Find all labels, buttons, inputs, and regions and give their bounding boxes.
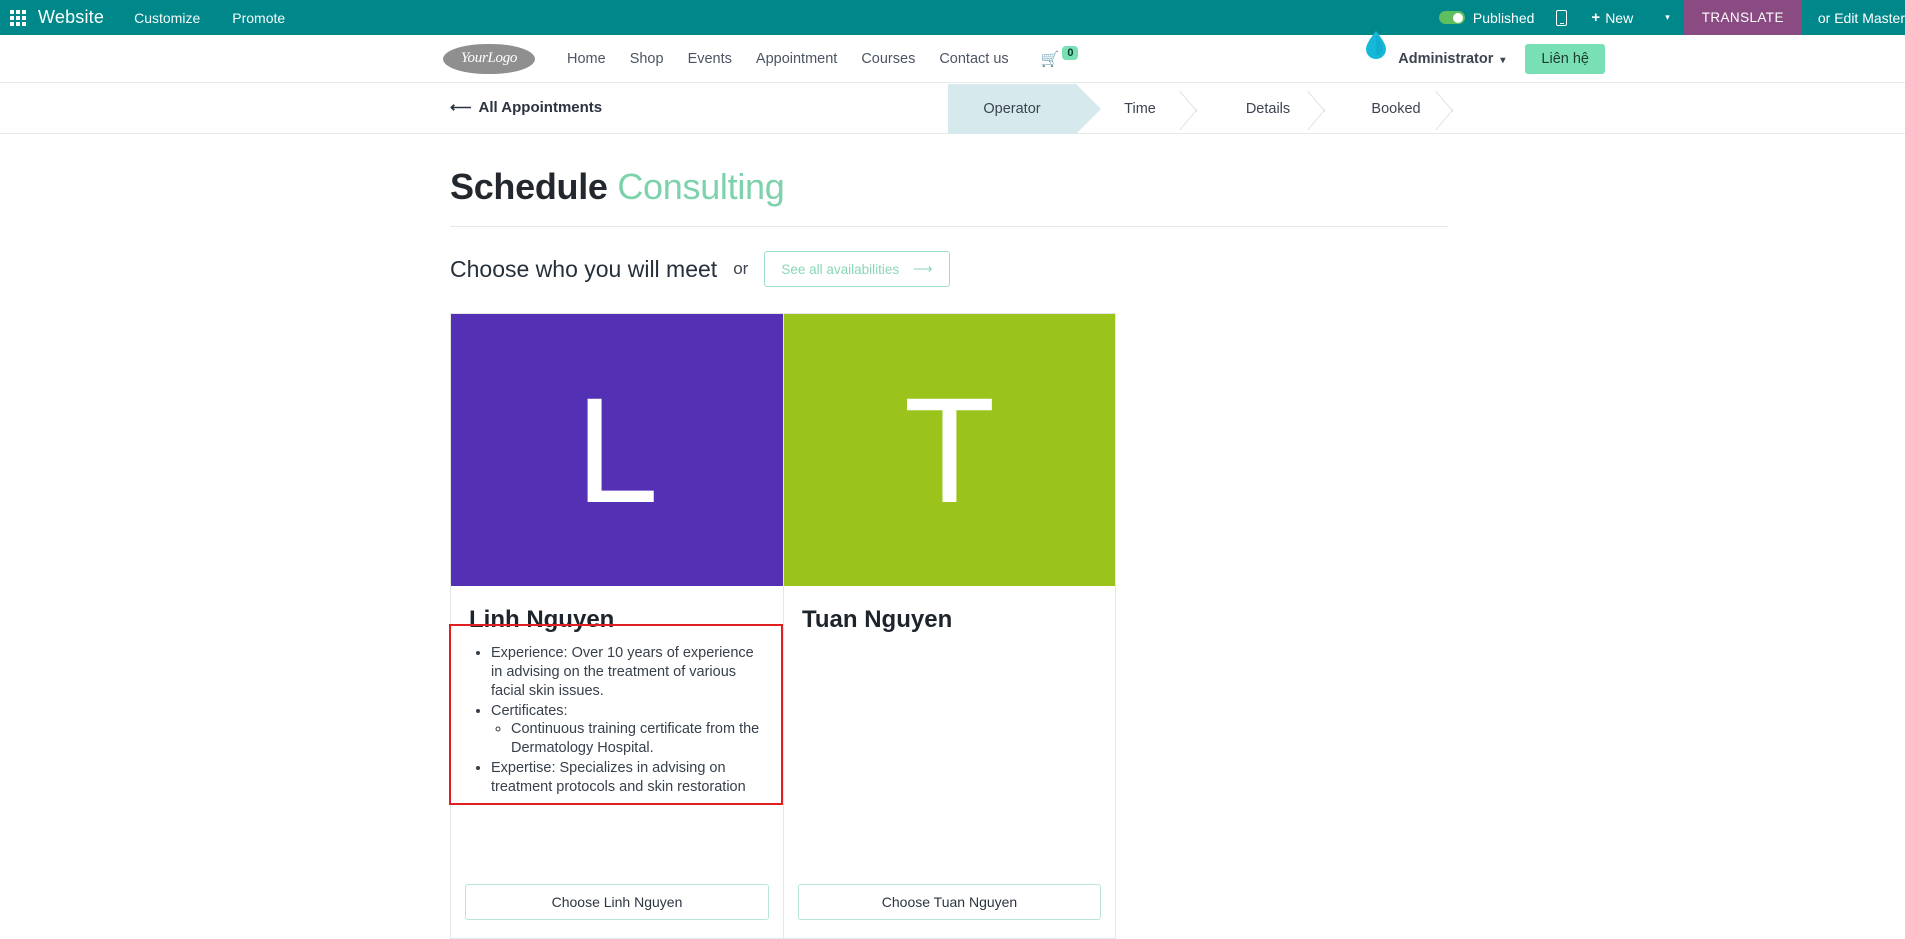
all-appointments-label: All Appointments — [478, 98, 603, 116]
operator-card-footer: Choose Tuan Nguyen — [784, 876, 1115, 938]
step-booked-label: Booked — [1371, 101, 1421, 117]
odoo-menu-customize[interactable]: Customize — [134, 10, 200, 26]
nav-item-appointment[interactable]: Appointment — [756, 51, 837, 67]
site-logo[interactable]: YourLogo — [443, 43, 535, 74]
operator-description: Experience: Over 10 years of experience … — [451, 644, 783, 876]
title-divider — [450, 226, 1448, 227]
chevron-down-icon[interactable]: ▾ — [1651, 12, 1684, 23]
edit-master-label[interactable]: or Edit Master — [1802, 10, 1905, 26]
new-button[interactable]: + New — [1591, 9, 1633, 26]
list-item: Expertise: Specializes in advising on tr… — [491, 759, 765, 797]
step-time-label: Time — [1124, 101, 1156, 117]
shopping-cart-icon: 🛒 — [1040, 50, 1060, 68]
cart-button[interactable]: 🛒 0 — [1040, 45, 1079, 68]
contact-cta-button[interactable]: Liên hệ — [1525, 43, 1605, 74]
arrow-left-icon: ⟵ — [450, 99, 472, 116]
see-all-availabilities-label: See all availabilities — [781, 261, 900, 277]
published-label: Published — [1472, 9, 1535, 26]
step-divider-icon — [1176, 84, 1202, 134]
list-item-label: Certificates: — [491, 702, 568, 719]
step-divider-icon — [1304, 84, 1330, 134]
list-item: Experience: Over 10 years of experience … — [491, 644, 765, 701]
choose-operator-label: Choose who you will meet — [450, 255, 718, 282]
page-title-accent: Consulting — [617, 166, 785, 207]
operator-card-footer: Choose Linh Nguyen — [451, 876, 783, 938]
site-nav: Home Shop Events Appointment Courses Con… — [567, 45, 1079, 68]
website-header: YourLogo Home Shop Events Appointment Co… — [0, 35, 1905, 83]
nav-item-courses[interactable]: Courses — [861, 51, 915, 67]
step-details-label: Details — [1245, 101, 1291, 117]
operator-description-list: Experience: Over 10 years of experience … — [491, 644, 765, 797]
operator-name: Tuan Nguyen — [802, 606, 953, 633]
choose-operator-row: Choose who you will meet or See all avai… — [450, 251, 1905, 287]
cart-count-badge: 0 — [1062, 45, 1079, 60]
list-item: Certificates: Continuous training certif… — [491, 702, 765, 759]
all-appointments-link[interactable]: ⟵ All Appointments — [450, 98, 603, 117]
translate-button[interactable]: TRANSLATE — [1683, 0, 1802, 35]
administrator-label: Administrator — [1398, 50, 1494, 67]
nav-item-contact-us[interactable]: Contact us — [939, 51, 1008, 67]
step-list: Operator Time Details Booked — [948, 84, 1460, 134]
nav-item-events[interactable]: Events — [688, 51, 732, 67]
operator-sub-list: Continuous training certificate from the… — [511, 720, 765, 758]
list-item: Continuous training certificate from the… — [511, 720, 765, 758]
plus-icon: + — [1591, 9, 1601, 26]
choose-tuan-nguyen-button[interactable]: Choose Tuan Nguyen — [798, 884, 1101, 920]
chevron-down-icon: ▾ — [1500, 54, 1506, 66]
page-content: Schedule Consulting Choose who you will … — [0, 134, 1905, 939]
nav-item-shop[interactable]: Shop — [630, 51, 664, 67]
arrow-right-icon: ⟶ — [913, 261, 933, 276]
appointment-step-bar: ⟵ All Appointments Operator Time Details… — [0, 84, 1905, 134]
new-button-label: New — [1605, 9, 1634, 26]
step-operator[interactable]: Operator — [948, 84, 1101, 134]
odoo-editor-bar: Website Customize Promote Published + Ne… — [0, 0, 1905, 35]
apps-grid-icon[interactable] — [10, 9, 26, 26]
operator-card-tuan-nguyen: T Tuan Nguyen Choose Tuan Nguyen — [783, 314, 1115, 938]
step-details[interactable]: Details — [1204, 84, 1332, 134]
operator-description — [784, 644, 1115, 876]
choose-linh-nguyen-button[interactable]: Choose Linh Nguyen — [465, 884, 769, 920]
or-label: or — [733, 259, 749, 278]
odoo-app-name[interactable]: Website — [38, 7, 104, 28]
step-operator-label: Operator — [983, 101, 1041, 117]
operator-card-list: L Linh Nguyen Experience: Over 10 years … — [450, 313, 1116, 939]
odoo-menu-promote[interactable]: Promote — [232, 10, 285, 26]
mobile-preview-icon[interactable] — [1556, 9, 1568, 26]
page-title: Schedule Consulting — [450, 166, 1905, 208]
step-divider-icon — [1432, 84, 1458, 134]
header-right-group: Administrator ▾ Liên hệ — [1398, 43, 1605, 74]
page-title-primary: Schedule — [450, 166, 608, 207]
avatar: T — [784, 314, 1115, 586]
administrator-menu[interactable]: Administrator ▾ — [1398, 51, 1505, 67]
nav-item-home[interactable]: Home — [567, 51, 606, 67]
see-all-availabilities-button[interactable]: See all availabilities ⟶ — [764, 251, 950, 287]
avatar: L — [451, 314, 783, 586]
operator-card-linh-nguyen: L Linh Nguyen Experience: Over 10 years … — [451, 314, 783, 938]
operator-name: Linh Nguyen — [469, 606, 615, 633]
published-toggle[interactable] — [1438, 11, 1465, 24]
step-chevron-icon — [1076, 84, 1101, 134]
step-booked[interactable]: Booked — [1332, 84, 1460, 134]
odoo-bar-right-group: Published + New ▾ TRANSLATE or Edit Mast… — [1438, 0, 1905, 35]
